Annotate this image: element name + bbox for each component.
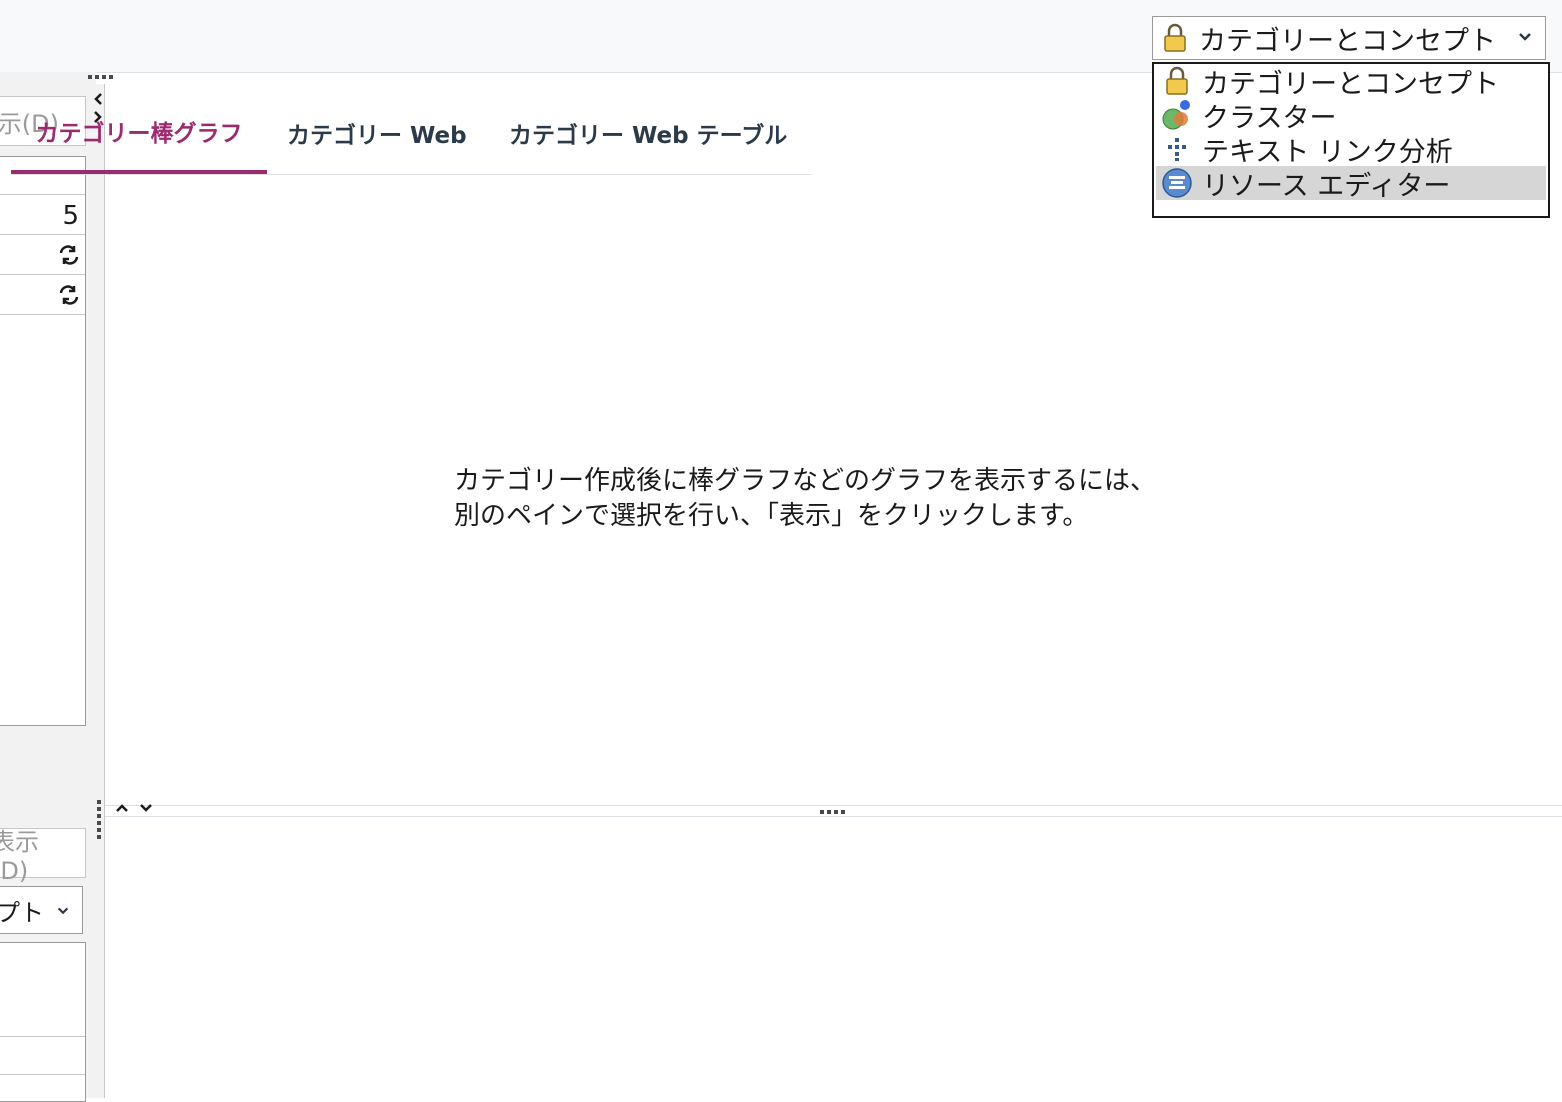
- lock-icon: [1159, 22, 1191, 54]
- menu-item-text-link-analysis[interactable]: テキスト リンク分析: [1156, 132, 1546, 168]
- left-type-select[interactable]: プト: [0, 886, 83, 934]
- list-item[interactable]: [0, 277, 85, 315]
- link-analysis-icon: [1160, 133, 1194, 165]
- chevron-down-icon: [1517, 29, 1533, 49]
- view-selector-dropdown[interactable]: カテゴリーとコンセプト: [1152, 16, 1546, 60]
- tab-category-bar-chart[interactable]: カテゴリー棒グラフ: [11, 92, 267, 174]
- left-bottom-list: [0, 942, 86, 1102]
- chevron-down-icon[interactable]: [138, 802, 154, 814]
- tab-category-web-table[interactable]: カテゴリー Web テーブル: [509, 92, 787, 174]
- chevron-up-icon[interactable]: [114, 802, 130, 814]
- menu-item-label: リソース エディター: [1202, 170, 1451, 202]
- vertical-grip[interactable]: [97, 800, 101, 839]
- tab-category-web[interactable]: カテゴリー Web: [287, 92, 467, 174]
- refresh-icon: [57, 243, 81, 271]
- main-content: [105, 84, 1562, 1098]
- chevron-down-icon: [56, 896, 70, 924]
- list-item[interactable]: [0, 237, 85, 275]
- refresh-icon: [57, 283, 81, 311]
- cluster-icon: [1160, 99, 1194, 131]
- list-item[interactable]: 5: [0, 197, 85, 235]
- left-list-panel: 5: [0, 156, 86, 726]
- left-pane: 示(D) 5 表示(D) プト: [0, 72, 96, 1102]
- view-selector-value: カテゴリーとコンセプト: [1199, 25, 1496, 57]
- splitter-grip[interactable]: [820, 810, 845, 814]
- display-button-bottom[interactable]: 表示(D): [0, 828, 86, 885]
- message-line-1: カテゴリー作成後に棒グラフなどのグラフを表示するには、: [454, 466, 1157, 496]
- resource-editor-icon: [1160, 167, 1194, 199]
- chart-tabs: カテゴリー棒グラフ カテゴリー Web カテゴリー Web テーブル: [11, 92, 811, 175]
- menu-item-categories-concepts[interactable]: カテゴリーとコンセプト: [1156, 64, 1546, 100]
- collapse-panel-arrows[interactable]: [114, 802, 154, 814]
- vertical-splitter[interactable]: [96, 84, 105, 1098]
- empty-state-message: カテゴリー作成後に棒グラフなどのグラフを表示するには、 別のペインで選択を行い、…: [454, 464, 1156, 534]
- list-item[interactable]: [0, 1037, 85, 1075]
- lock-icon: [1160, 65, 1194, 97]
- left-select-value: プト: [0, 898, 44, 927]
- item-count: 5: [62, 201, 79, 231]
- list-item[interactable]: [0, 999, 85, 1037]
- menu-item-clusters[interactable]: クラスター: [1156, 98, 1546, 134]
- message-line-2: 別のペインで選択を行い、「表示」をクリックします。: [454, 501, 1089, 531]
- pane-resize-grip[interactable]: [88, 75, 113, 79]
- menu-item-resource-editor[interactable]: リソース エディター: [1156, 166, 1546, 202]
- view-selector-menu: カテゴリーとコンセプト クラスター テキスト リンク分析 リソース エディター: [1152, 62, 1550, 218]
